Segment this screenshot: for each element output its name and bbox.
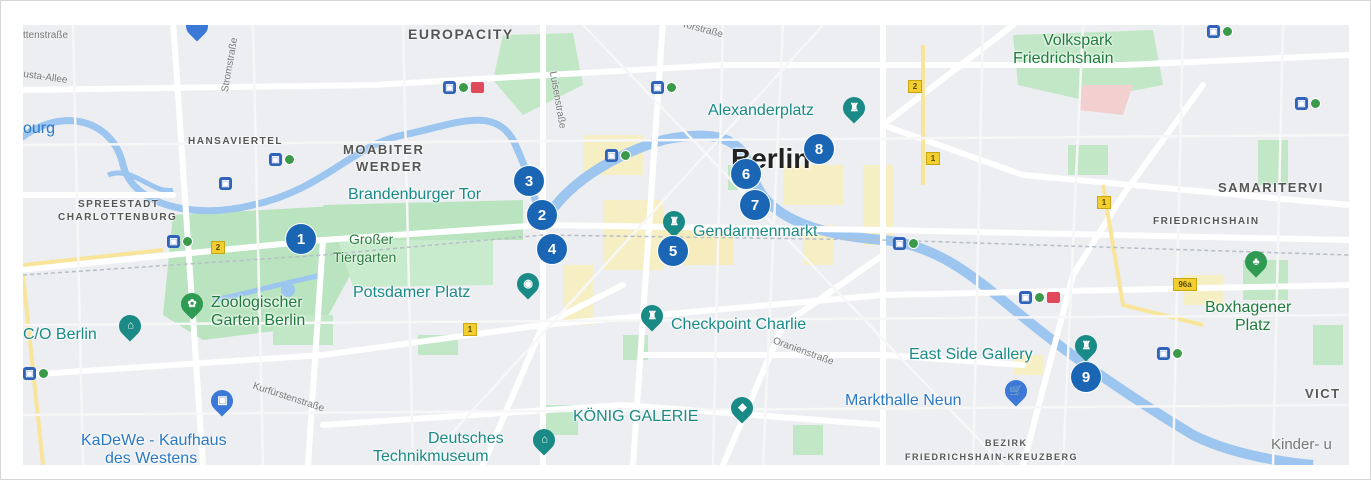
transit-station-icon[interactable]: ▣: [443, 81, 484, 94]
marker-2[interactable]: 2: [527, 200, 557, 230]
transit-station-icon[interactable]: ▣: [1207, 25, 1233, 38]
road-shield: 96a: [1173, 278, 1197, 291]
marker-4[interactable]: 4: [537, 234, 567, 264]
poi-label[interactable]: Technikmuseum: [373, 449, 489, 465]
park-label: Großer: [349, 231, 394, 247]
transit-station-icon[interactable]: ▣: [651, 81, 677, 94]
poi-label[interactable]: Alexanderplatz: [708, 103, 814, 119]
road-shield: 2: [908, 80, 922, 93]
poi-label[interactable]: Kinder- u: [1271, 437, 1332, 452]
poi-label[interactable]: Brandenburger Tor: [348, 187, 481, 203]
district-label: SPREESTADT: [78, 199, 160, 210]
poi-label[interactable]: Checkpoint Charlie: [671, 317, 806, 333]
marker-8[interactable]: 8: [804, 134, 834, 164]
district-label: VICT: [1305, 386, 1341, 401]
street-label: ttenstraße: [23, 30, 69, 41]
transit-station-icon[interactable]: ▣: [1295, 97, 1321, 110]
road-shield: 1: [463, 323, 477, 336]
poi-label[interactable]: KÖNIG GALERIE: [573, 409, 698, 425]
road-shield: 1: [1097, 196, 1111, 209]
berlin-map[interactable]: EUROPACITY MOABITER WERDER HANSAVIERTEL …: [23, 25, 1349, 465]
poi-label[interactable]: des Westens: [105, 451, 197, 466]
district-label: MOABITER: [343, 142, 425, 157]
poi-label[interactable]: KaDeWe - Kaufhaus: [81, 433, 227, 449]
poi-label[interactable]: Zoologischer: [211, 295, 303, 311]
transit-station-icon[interactable]: ▣: [605, 149, 631, 162]
marker-9[interactable]: 9: [1071, 362, 1101, 392]
district-label: BEZIRK: [985, 438, 1028, 448]
poi-label[interactable]: Boxhagener: [1205, 300, 1291, 316]
transit-station-icon[interactable]: ▣: [893, 237, 919, 250]
marker-5[interactable]: 5: [658, 236, 688, 266]
road-shield: 2: [211, 241, 225, 254]
road-shield: 1: [926, 152, 940, 165]
map-frame: EUROPACITY MOABITER WERDER HANSAVIERTEL …: [0, 0, 1371, 480]
poi-label[interactable]: Platz: [1235, 318, 1271, 334]
district-label: EUROPACITY: [408, 26, 514, 42]
marker-7[interactable]: 7: [740, 190, 770, 220]
transit-station-icon[interactable]: ▣: [1157, 347, 1183, 360]
transit-station-icon[interactable]: ▣: [269, 153, 295, 166]
park-label: Tiergarten: [333, 249, 397, 265]
poi-label[interactable]: Potsdamer Platz: [353, 285, 470, 301]
district-label: SAMARITERVI: [1218, 180, 1324, 195]
district-label: FRIEDRICHSHAIN-KREUZBERG: [905, 452, 1078, 462]
marker-1[interactable]: 1: [286, 224, 316, 254]
district-label: HANSAVIERTEL: [188, 136, 284, 147]
poi-label[interactable]: Deutsches: [428, 431, 504, 447]
street-label: ourg: [23, 120, 56, 137]
transit-station-icon[interactable]: ▣: [219, 177, 232, 190]
poi-label[interactable]: Markthalle Neun: [845, 393, 962, 409]
district-label: WERDER: [356, 159, 423, 174]
transit-station-icon[interactable]: ▣: [1019, 291, 1060, 304]
transit-station-icon[interactable]: ▣: [167, 235, 193, 248]
poi-label[interactable]: Volkspark: [1043, 33, 1112, 49]
marker-3[interactable]: 3: [514, 166, 544, 196]
marker-6[interactable]: 6: [731, 159, 761, 189]
district-label: CHARLOTTENBURG: [58, 212, 178, 223]
district-label: FRIEDRICHSHAIN: [1153, 216, 1260, 227]
poi-label[interactable]: C/O Berlin: [23, 327, 97, 343]
poi-label[interactable]: Friedrichshain: [1013, 51, 1113, 67]
poi-label[interactable]: Garten Berlin: [211, 313, 305, 329]
poi-label[interactable]: East Side Gallery: [909, 347, 1033, 363]
poi-label[interactable]: Gendarmenmarkt: [693, 224, 818, 240]
transit-station-icon[interactable]: ▣: [23, 367, 49, 380]
